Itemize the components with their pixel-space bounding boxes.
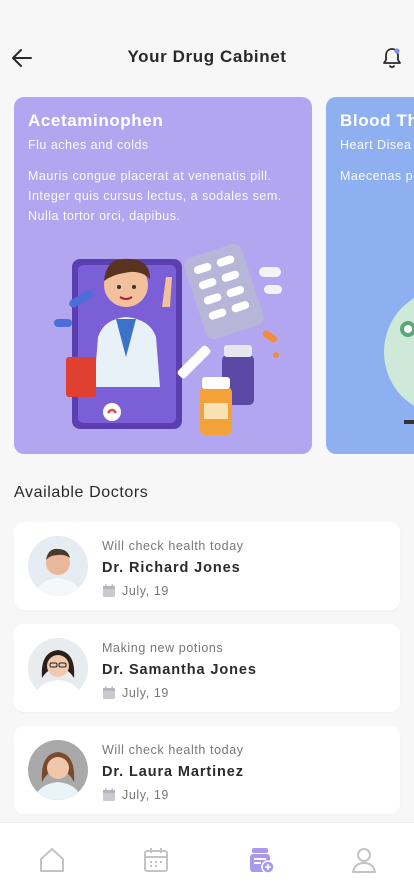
doctor-card[interactable]: Will check health today Dr. Richard Jone… — [14, 522, 400, 610]
avatar — [28, 536, 88, 596]
appointment-date: July, 19 — [102, 788, 169, 802]
nav-profile[interactable] — [349, 845, 379, 875]
doctor-name: Dr. Richard Jones — [102, 560, 241, 576]
doctor-note: Making new potions — [102, 641, 224, 655]
nav-calendar[interactable] — [141, 845, 171, 875]
nav-home[interactable] — [37, 845, 67, 875]
doctor-card[interactable]: Will check health today Dr. Laura Martin… — [14, 726, 400, 814]
nav-drug-cabinet[interactable] — [246, 845, 276, 875]
drug-description: Mauris congue placerat at venenatis pill… — [28, 169, 282, 223]
page-title: Your Drug Cabinet — [127, 47, 287, 66]
bell-icon — [383, 48, 401, 69]
medicine-cabinet-icon — [250, 848, 275, 874]
drug-subtitle: Heart Disea — [340, 138, 412, 152]
doctor-name: Dr. Samantha Jones — [102, 662, 257, 678]
bottom-navigation — [0, 822, 414, 896]
appointment-date: July, 19 — [102, 686, 169, 700]
drug-carousel[interactable]: Acetaminophen Flu aches and colds Mauris… — [14, 97, 414, 454]
drug-name: Blood Th — [340, 111, 414, 130]
date-text: July, 19 — [122, 788, 169, 802]
profile-icon — [352, 848, 376, 873]
date-text: July, 19 — [122, 686, 169, 700]
avatar — [28, 638, 88, 698]
home-icon — [40, 848, 64, 872]
doctor-note: Will check health today — [102, 539, 244, 553]
doctor-name: Dr. Laura Martinez — [102, 764, 244, 780]
drug-card-acetaminophen[interactable]: Acetaminophen Flu aches and colds Mauris… — [14, 97, 312, 454]
calendar-icon — [103, 788, 115, 801]
doctor-card[interactable]: Making new potions Dr. Samantha Jones Ju… — [14, 624, 400, 712]
drug-name: Acetaminophen — [28, 111, 164, 130]
section-title-available-doctors: Available Doctors — [14, 484, 149, 501]
header: Your Drug Cabinet — [0, 0, 414, 100]
appointment-date: July, 19 — [102, 584, 169, 598]
calendar-icon — [144, 848, 168, 872]
heart-illustration — [384, 298, 414, 424]
avatar — [28, 740, 88, 800]
doctor-phone-illustration — [54, 243, 282, 435]
date-text: July, 19 — [122, 584, 169, 598]
notifications-button[interactable] — [380, 45, 404, 71]
calendar-icon — [103, 584, 115, 597]
doctor-note: Will check health today — [102, 743, 244, 757]
calendar-icon — [103, 686, 115, 699]
drug-subtitle: Flu aches and colds — [28, 138, 149, 152]
drug-card-blood-thinner[interactable]: Blood Th Heart Disea Maecenas p sceleris… — [326, 97, 414, 454]
drug-description: Maecenas p scelerisque dignissim fa — [340, 169, 414, 183]
